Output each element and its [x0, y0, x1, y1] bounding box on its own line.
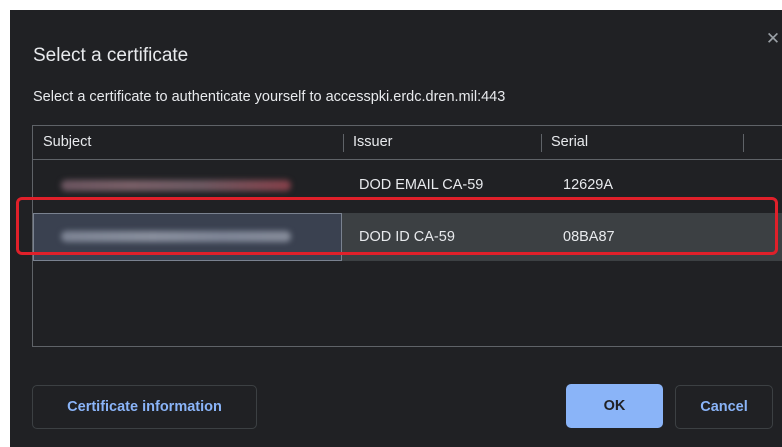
serial-cell: 08BA87	[563, 229, 615, 245]
close-icon[interactable]: ✕	[764, 30, 782, 48]
certificate-dialog: ✕ Select a certificate Select a certific…	[10, 10, 782, 447]
issuer-cell: DOD EMAIL CA-59	[359, 177, 484, 193]
cancel-button[interactable]: Cancel	[675, 385, 773, 429]
certificate-table: Subject Issuer Serial DOD EMAIL CA-59 12…	[32, 125, 782, 347]
table-header: Subject Issuer Serial	[33, 126, 782, 160]
column-header-issuer[interactable]: Issuer	[353, 126, 393, 159]
redacted-subject	[61, 231, 291, 242]
dialog-title: Select a certificate	[33, 45, 189, 66]
table-row-selected[interactable]: DOD ID CA-59 08BA87	[33, 213, 782, 261]
serial-cell: 12629A	[563, 177, 613, 193]
ok-button[interactable]: OK	[566, 384, 663, 428]
subject-cell	[33, 164, 343, 206]
column-header-serial[interactable]: Serial	[551, 126, 588, 159]
column-header-subject[interactable]: Subject	[43, 126, 91, 159]
issuer-cell: DOD ID CA-59	[359, 229, 455, 245]
subject-cell	[33, 213, 343, 261]
dialog-subtitle: Select a certificate to authenticate you…	[33, 89, 506, 105]
column-divider[interactable]	[343, 134, 344, 152]
table-row[interactable]: DOD EMAIL CA-59 12629A	[33, 164, 782, 206]
certificate-information-button[interactable]: Certificate information	[32, 385, 257, 429]
redacted-subject	[61, 180, 291, 191]
column-divider[interactable]	[541, 134, 542, 152]
column-divider[interactable]	[743, 134, 744, 152]
